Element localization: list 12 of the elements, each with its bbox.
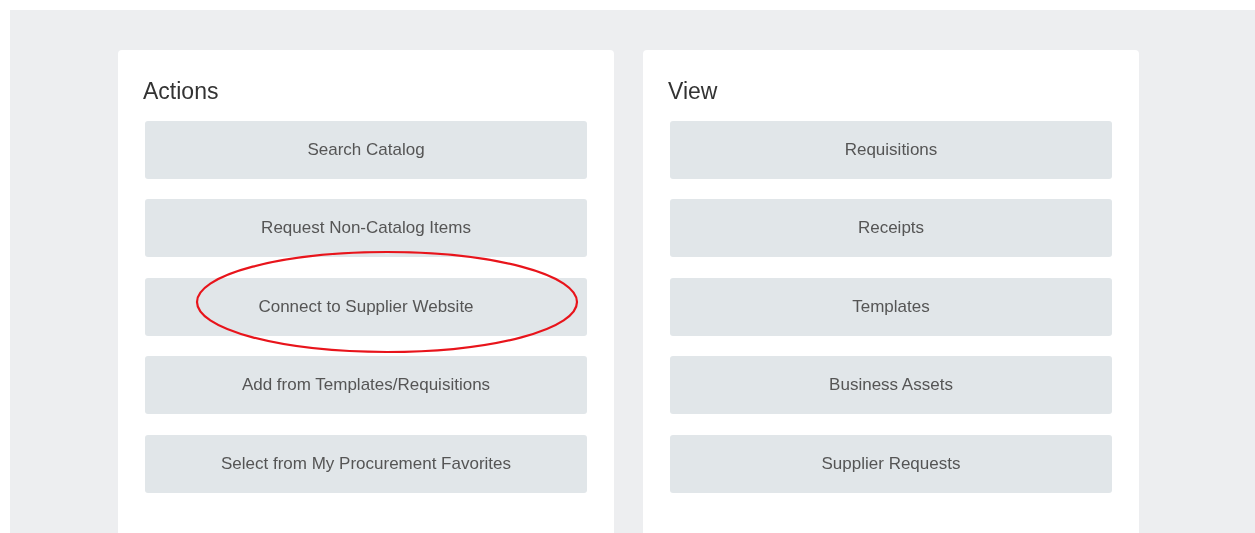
panel-title: View [668,77,719,106]
action-button[interactable]: Select from My Procurement Favorites [145,434,587,493]
action-button[interactable]: Business Assets [670,356,1112,414]
action-button[interactable]: Connect to Supplier Website [145,277,587,336]
action-button[interactable]: Request Non-Catalog Items [145,199,587,257]
action-button[interactable]: Search Catalog [145,120,587,179]
action-button[interactable]: Templates [670,277,1112,336]
action-button[interactable]: Receipts [670,199,1112,257]
panel-title: Actions [143,77,220,106]
action-button[interactable]: Supplier Requests [670,434,1112,493]
action-button[interactable]: Requisitions [670,120,1112,179]
action-button[interactable]: Add from Templates/Requisitions [145,356,587,414]
